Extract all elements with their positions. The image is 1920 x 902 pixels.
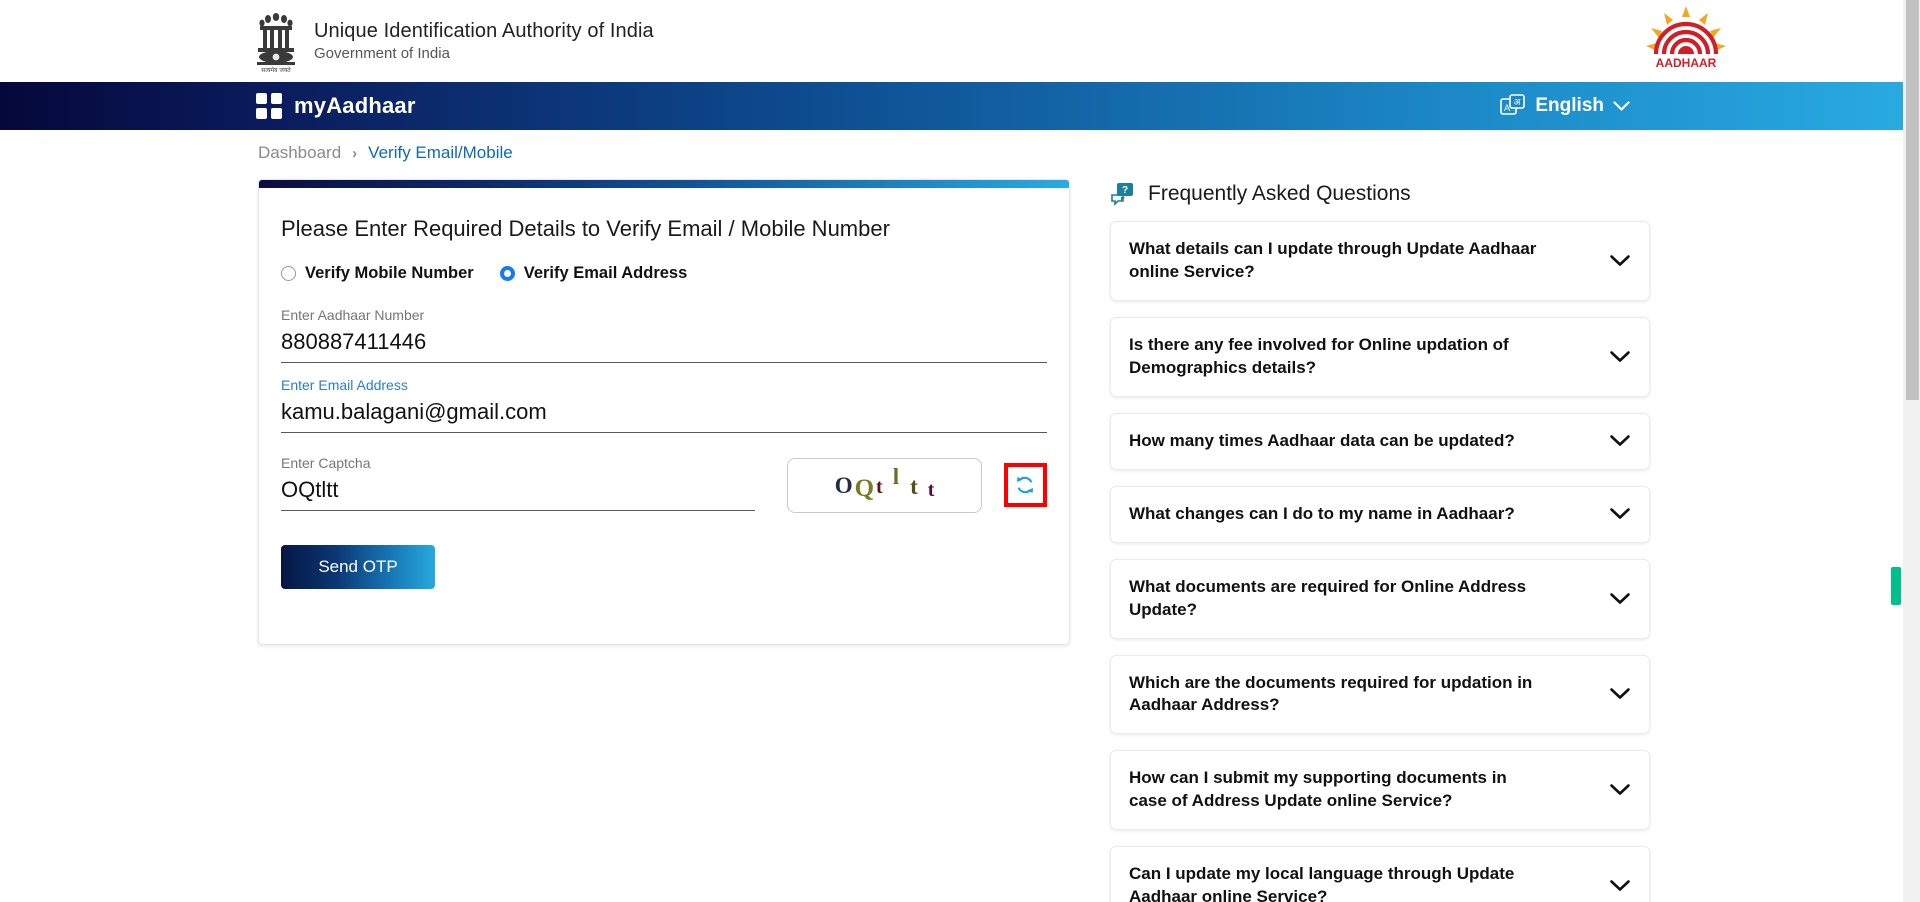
grid-squares-icon [256, 93, 282, 119]
page-scrollbar-track[interactable] [1903, 0, 1920, 902]
captcha-char-2: Q [854, 474, 875, 502]
question-chat-icon: ? [1111, 183, 1133, 206]
svg-text:?: ? [1122, 185, 1128, 196]
page-scrollbar-thumb[interactable] [1906, 0, 1919, 400]
faq-item[interactable]: What documents are required for Online A… [1110, 558, 1650, 639]
verify-form-card: Please Enter Required Details to Verify … [258, 179, 1070, 645]
captcha-char-3: t [876, 476, 883, 498]
faq-item[interactable]: Which are the documents required for upd… [1110, 654, 1650, 735]
language-label: English [1535, 95, 1604, 116]
faq-item[interactable]: What changes can I do to my name in Aadh… [1110, 485, 1650, 543]
chevron-down-icon [1610, 592, 1630, 604]
aadhaar-input[interactable] [281, 327, 1047, 363]
captcha-label: Enter Captcha [281, 455, 371, 471]
language-selector[interactable]: A अ English [1500, 94, 1630, 118]
faq-title: Frequently Asked Questions [1148, 182, 1411, 205]
aadhaar-label: Enter Aadhaar Number [281, 307, 425, 323]
svg-text:अ: अ [1514, 98, 1522, 108]
org-title: Unique Identification Authority of India [314, 20, 654, 42]
captcha-field: Enter Captcha [281, 445, 756, 511]
captcha-char-5: t [910, 473, 918, 499]
faq-question: What changes can I do to my name in Aadh… [1129, 503, 1515, 523]
faq-item[interactable]: Is there any fee involved for Online upd… [1110, 316, 1650, 397]
org-subtitle: Government of India [314, 45, 450, 62]
captcha-input[interactable] [281, 475, 756, 511]
refresh-captcha-icon [1017, 476, 1034, 494]
email-label: Enter Email Address [281, 377, 408, 393]
form-title: Please Enter Required Details to Verify … [281, 216, 890, 241]
captcha-char-6: t [927, 479, 935, 501]
chevron-down-icon [1613, 100, 1630, 111]
breadcrumb-separator-icon: › [352, 144, 358, 162]
translate-icon: A अ [1500, 94, 1526, 115]
radio-label-email: Verify Email Address [523, 264, 688, 282]
radio-verify-mobile[interactable]: Verify Mobile Number [281, 264, 474, 283]
aadhaar-logo: AADHAAR [1646, 6, 1726, 70]
faq-question: What details can I update through Update… [1129, 239, 1537, 281]
captcha-char-4: l [892, 463, 900, 489]
faq-question: How many times Aadhaar data can be updat… [1129, 430, 1515, 450]
radio-indicator-mobile [281, 266, 296, 281]
send-otp-button[interactable]: Send OTP [281, 545, 435, 589]
breadcrumb-dashboard[interactable]: Dashboard [258, 143, 341, 163]
chevron-down-icon [1610, 880, 1630, 891]
faq-item[interactable]: What details can I update through Update… [1110, 221, 1650, 301]
brand-label: myAadhaar [294, 93, 416, 118]
faq-item[interactable]: How many times Aadhaar data can be updat… [1110, 412, 1650, 470]
faq-header: ? Frequently Asked Questions [1110, 179, 1650, 207]
breadcrumb-current[interactable]: Verify Email/Mobile [368, 143, 513, 163]
faq-question: How can I submit my supporting documents… [1129, 768, 1507, 811]
email-input[interactable] [281, 397, 1047, 433]
chevron-down-icon [1610, 435, 1630, 447]
card-accent-bar [259, 180, 1069, 188]
chevron-down-icon [1610, 508, 1630, 519]
main-navbar: myAadhaar A अ English [0, 82, 1920, 130]
org-identity: सत्यमेव जयते Unique Identification Autho… [252, 8, 654, 74]
radio-label-mobile: Verify Mobile Number [305, 264, 474, 282]
captcha-image: O Q t l t t [787, 458, 982, 513]
chevron-down-icon [1610, 688, 1630, 700]
aadhaar-field: Enter Aadhaar Number [281, 297, 1047, 363]
chevron-down-icon [1610, 255, 1630, 266]
site-header: सत्यमेव जयते Unique Identification Autho… [0, 0, 1920, 82]
page-body: Dashboard › Verify Email/Mobile Please E… [0, 130, 1920, 902]
captcha-row: Enter Captcha O Q t l t t [281, 445, 1047, 515]
faq-question: Is there any fee involved for Online upd… [1129, 334, 1509, 377]
verify-type-radio-group: Verify Mobile Number Verify Email Addres… [281, 264, 1047, 283]
faq-question: Which are the documents required for upd… [1129, 672, 1533, 715]
india-state-emblem: सत्यमेव जयते [257, 13, 295, 74]
faq-panel: ? Frequently Asked Questions What detail… [1110, 179, 1650, 902]
svg-text:A: A [1504, 103, 1510, 113]
breadcrumb: Dashboard › Verify Email/Mobile [258, 130, 1920, 163]
faq-item[interactable]: Can I update my local language through U… [1110, 846, 1650, 902]
content-area: Please Enter Required Details to Verify … [258, 179, 1920, 902]
faq-question: Can I update my local language through U… [1129, 864, 1515, 902]
email-field: Enter Email Address [281, 367, 1047, 433]
radio-verify-email[interactable]: Verify Email Address [499, 264, 688, 283]
chevron-down-icon [1610, 784, 1630, 796]
faq-question: What documents are required for Online A… [1129, 576, 1527, 619]
radio-indicator-email [499, 266, 515, 281]
brand-myaadhaar[interactable]: myAadhaar [256, 93, 416, 119]
scroll-position-marker [1891, 567, 1901, 605]
chevron-down-icon [1610, 351, 1630, 362]
aadhaar-logo-text: AADHAAR [1656, 56, 1717, 70]
captcha-char-1: O [834, 472, 853, 498]
refresh-captcha-button[interactable] [1003, 463, 1047, 507]
svg-text:सत्यमेव जयते: सत्यमेव जयते [261, 66, 291, 74]
faq-item[interactable]: How can I submit my supporting documents… [1110, 750, 1650, 831]
